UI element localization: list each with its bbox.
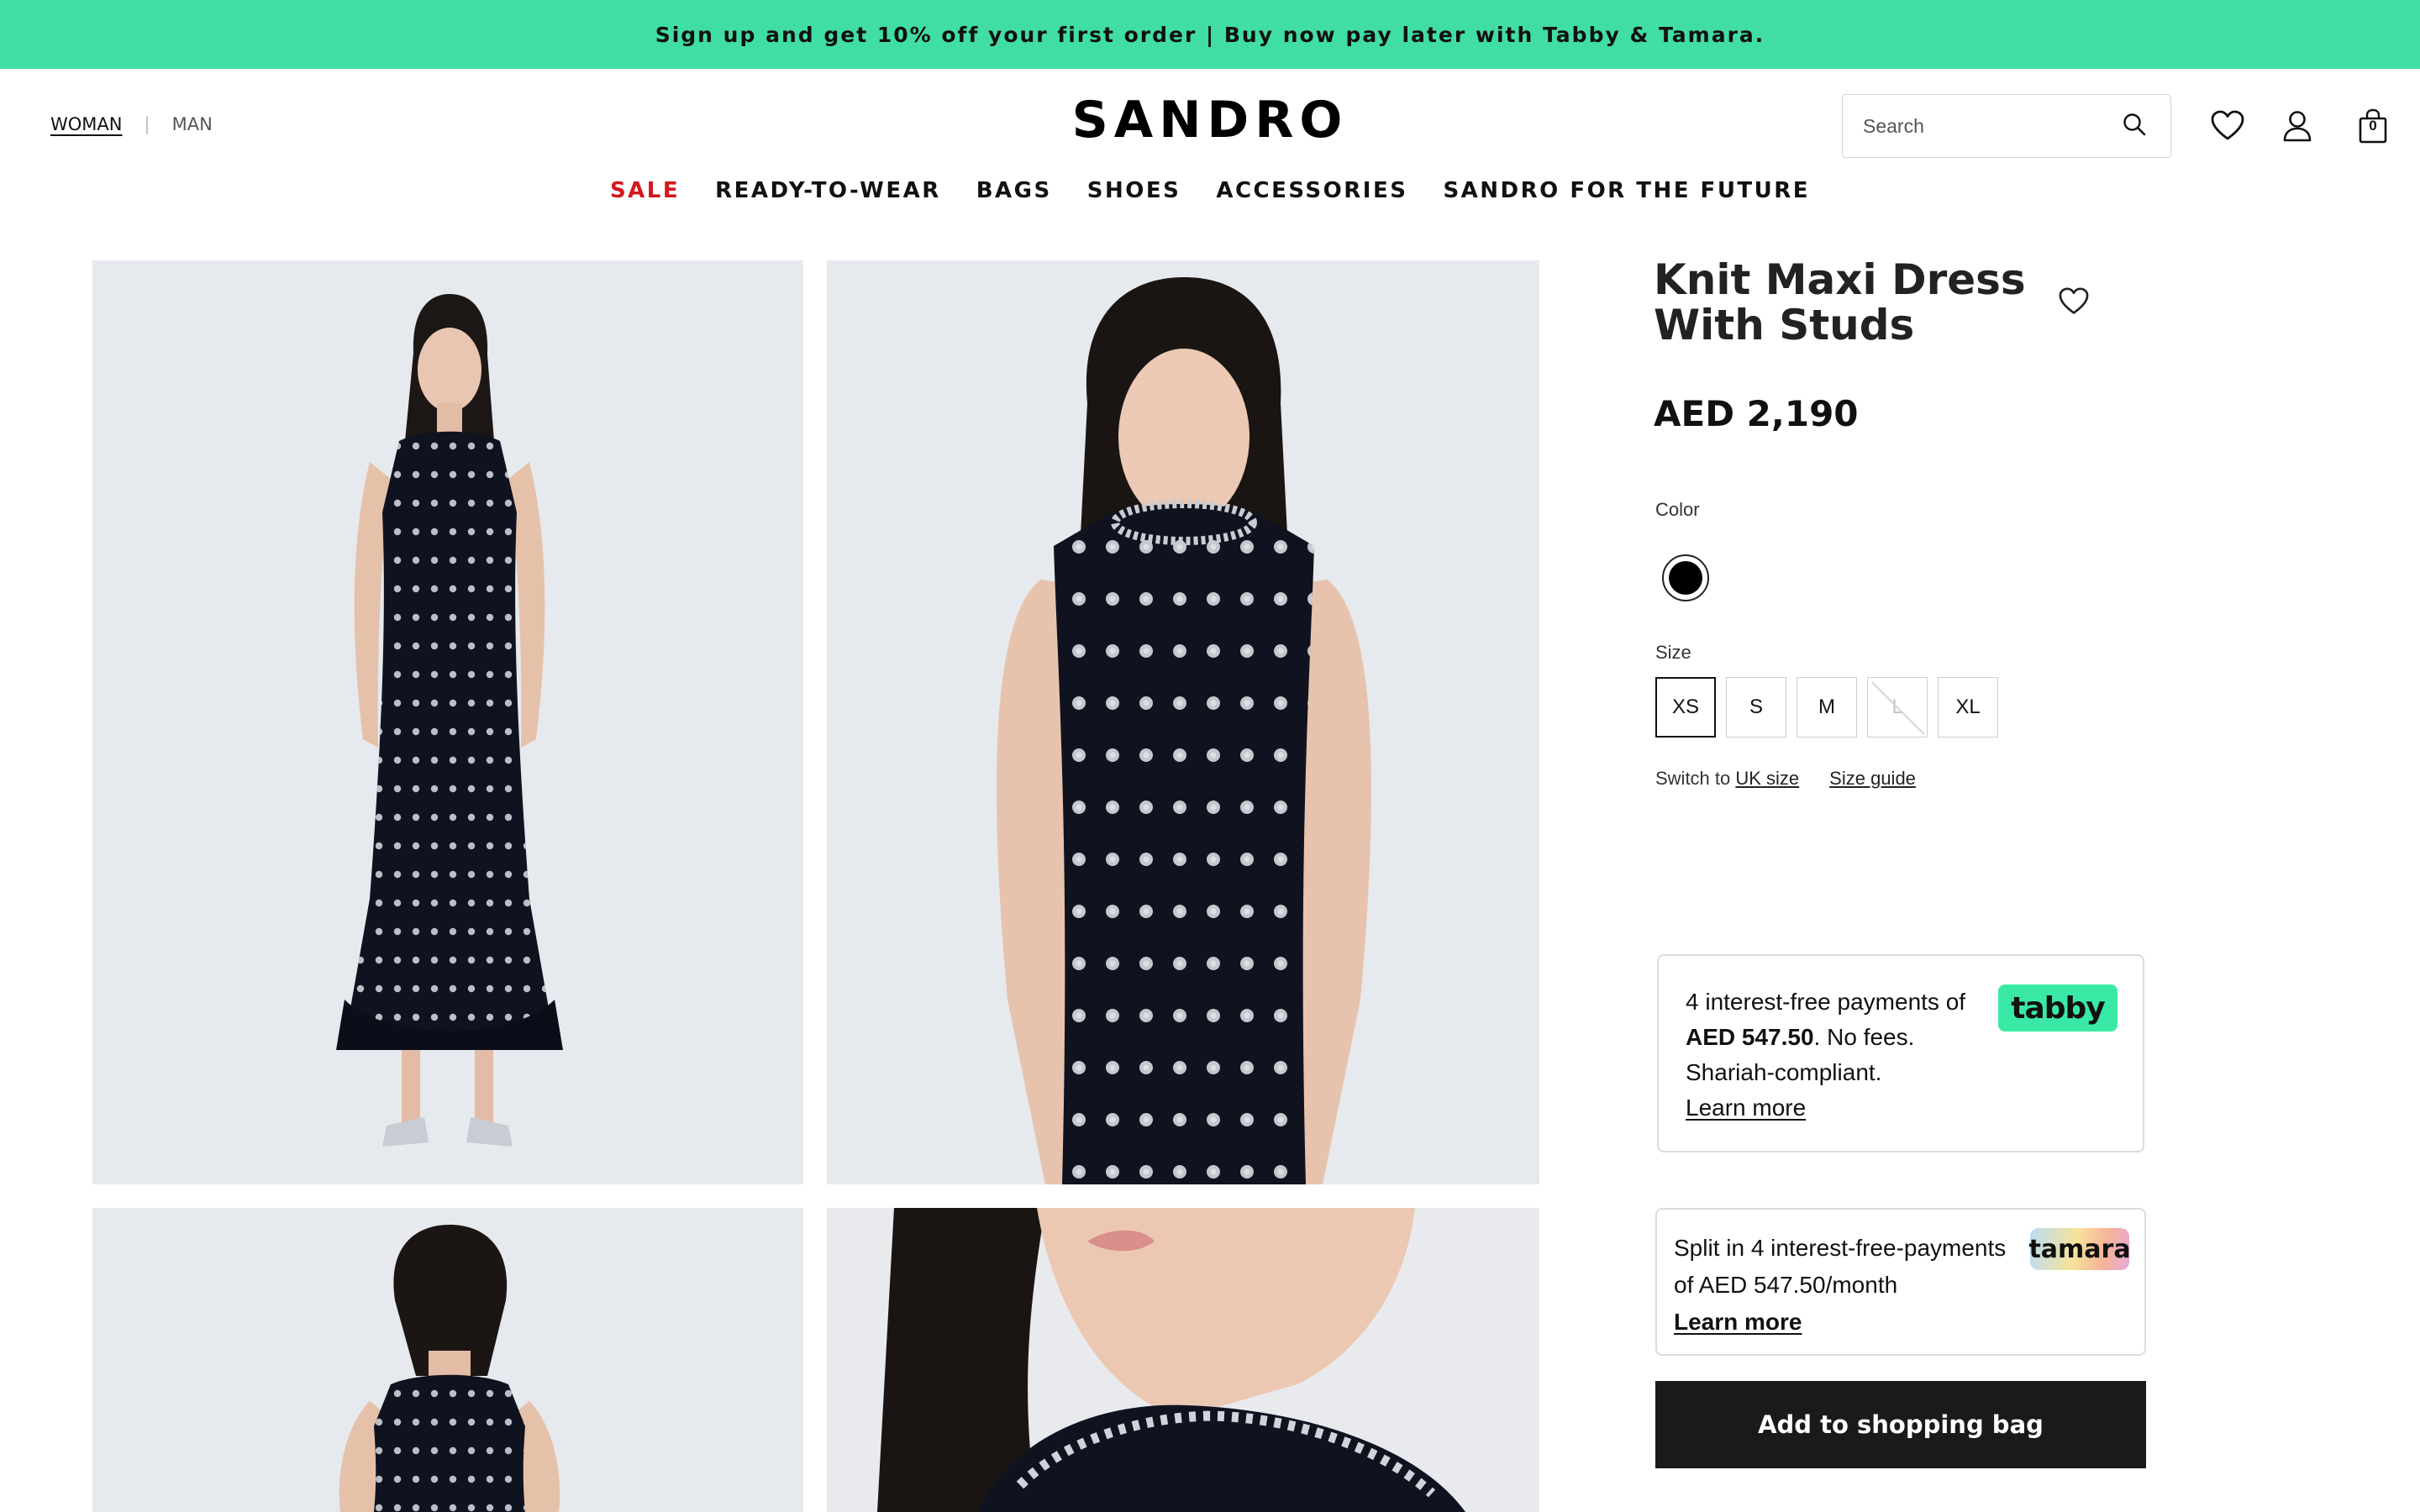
size-option-xs[interactable]: XS — [1655, 677, 1716, 738]
bag-count: 0 — [2369, 118, 2377, 134]
tamara-logo: tamara — [2028, 1228, 2131, 1270]
wishlist-heart-icon[interactable] — [2059, 287, 2097, 326]
search-input[interactable] — [1863, 114, 2098, 138]
tabby-line1: 4 interest-free payments of — [1686, 989, 1966, 1015]
nav-item-bags[interactable]: BAGS — [976, 178, 1052, 203]
search-box[interactable] — [1842, 94, 2171, 158]
model-detail-image — [877, 1208, 1465, 1512]
nav-item-sale[interactable]: SALE — [610, 178, 680, 203]
product-title: Knit Maxi Dress With Studs — [1654, 255, 2026, 349]
color-swatch-black[interactable] — [1662, 554, 1709, 601]
size-guide-link[interactable]: Size guide — [1829, 768, 1916, 790]
size-links: Switch to UK size Size guide — [1655, 768, 1916, 790]
gender-switch: WOMAN | MAN — [50, 114, 213, 134]
product-photo-front-full[interactable] — [92, 260, 803, 1184]
user-icon[interactable] — [2275, 104, 2319, 148]
nav-item-ready-to-wear[interactable]: READY-TO-WEAR — [715, 178, 941, 203]
promo-banner[interactable]: Sign up and get 10% off your first order… — [0, 0, 2420, 69]
gender-man-link[interactable]: MAN — [172, 114, 213, 134]
heart-icon[interactable] — [2206, 104, 2249, 148]
nav-item-shoes[interactable]: SHOES — [1087, 178, 1181, 203]
model-front-close-image — [997, 277, 1371, 1184]
tabby-learn-more-link[interactable]: Learn more — [1686, 1095, 1806, 1121]
gender-divider: | — [144, 114, 150, 134]
size-option-s[interactable]: S — [1726, 677, 1786, 738]
tamara-text: Split in 4 interest-free-payments of AED… — [1674, 1230, 2027, 1341]
tabby-amount: AED 547.50 — [1686, 1024, 1814, 1050]
size-option-m[interactable]: M — [1797, 677, 1857, 738]
model-front-full-image — [336, 294, 563, 1147]
bag-icon[interactable]: 0 — [2351, 104, 2395, 148]
gender-woman-link[interactable]: WOMAN — [50, 114, 123, 134]
size-option-l[interactable]: L — [1867, 677, 1928, 738]
nav-item-accessories[interactable]: ACCESSORIES — [1216, 178, 1407, 203]
product-photo-back[interactable] — [92, 1208, 803, 1512]
color-swatch-fill — [1669, 561, 1702, 595]
add-to-bag-button[interactable]: Add to shopping bag — [1655, 1381, 2146, 1468]
size-option-xl[interactable]: XL — [1938, 677, 1998, 738]
tabby-widget: 4 interest-free payments of AED 547.50. … — [1657, 954, 2144, 1152]
tamara-learn-more-link[interactable]: Learn more — [1674, 1309, 1802, 1335]
uk-size-link[interactable]: UK size — [1735, 768, 1799, 790]
tabby-text: 4 interest-free payments of AED 547.50. … — [1686, 984, 1996, 1126]
size-label: Size — [1655, 642, 1691, 663]
product-price: AED 2,190 — [1654, 393, 1859, 434]
color-label: Color — [1655, 499, 1700, 520]
main-nav: SALE READY-TO-WEAR BAGS SHOES ACCESSORIE… — [0, 178, 2420, 203]
model-back-image — [339, 1225, 560, 1512]
tamara-widget: Split in 4 interest-free-payments of AED… — [1655, 1208, 2146, 1356]
tamara-line: Split in 4 interest-free-payments of AED… — [1674, 1235, 2007, 1298]
switch-size-text: Switch to — [1655, 768, 1736, 789]
promo-text: Sign up and get 10% off your first order… — [655, 22, 1765, 47]
nav-item-sandro-for-the-future[interactable]: SANDRO FOR THE FUTURE — [1443, 178, 1810, 203]
brand-logo[interactable]: SANDRO — [924, 91, 1496, 150]
product-photo-detail[interactable] — [827, 1208, 1539, 1512]
search-icon[interactable] — [2122, 112, 2147, 141]
product-photo-front-close[interactable] — [827, 260, 1539, 1184]
size-selector: XS S M L XL — [1655, 677, 1998, 738]
tabby-logo: tabby — [1998, 984, 2118, 1032]
